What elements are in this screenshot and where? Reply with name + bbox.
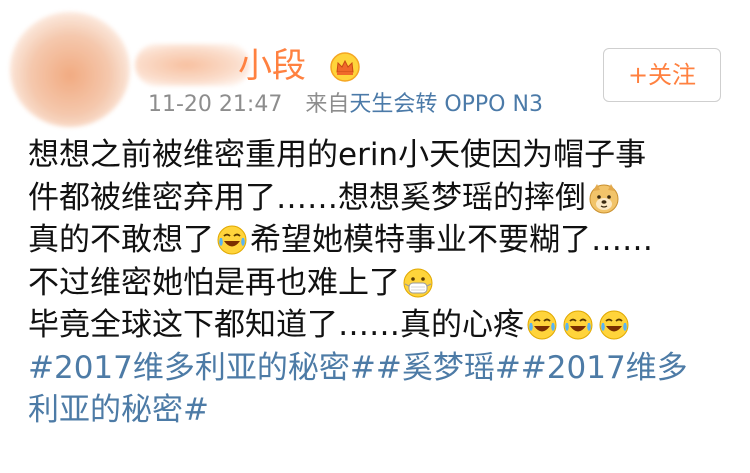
post-line: 毕竟全球这下都知道了……真的心疼 bbox=[28, 304, 738, 347]
post-line: 想想之前被维密重用的erin小天使因为帽子事 bbox=[28, 134, 738, 177]
post-line: 真的不敢想了 希望她模特事业不要糊了…… bbox=[28, 219, 738, 262]
topic-link[interactable]: #2017维多 bbox=[521, 350, 688, 386]
post-content: 想想之前被维密重用的erin小天使因为帽子事 件都被维密弃用了……想想奚梦瑶的摔… bbox=[28, 134, 738, 432]
post-line: #2017维多利亚的秘密##奚梦瑶##2017维多 bbox=[28, 347, 738, 390]
laugh-cry-emoji-icon bbox=[216, 224, 248, 256]
follow-button[interactable]: +关注 bbox=[603, 48, 721, 102]
avatar[interactable] bbox=[10, 12, 130, 127]
post-meta: 11-20 21:47 来自天生会转 OPPO N3 bbox=[148, 90, 543, 120]
crown-icon bbox=[330, 52, 360, 82]
source-label: 来自 bbox=[305, 92, 350, 117]
topic-link[interactable]: 利亚的秘密# bbox=[28, 392, 209, 428]
post-line: 不过维密她怕是再也难上了 bbox=[28, 262, 738, 305]
post-line: 件都被维密弃用了……想想奚梦瑶的摔倒 bbox=[28, 177, 738, 220]
username[interactable]: 小段 bbox=[238, 43, 306, 89]
source-app-link[interactable]: 天生会转 OPPO N3 bbox=[349, 92, 543, 117]
post-text: 件都被维密弃用了……想想奚梦瑶的摔倒 bbox=[28, 179, 586, 216]
post-line: 利亚的秘密# bbox=[28, 389, 738, 432]
mask-emoji-icon bbox=[402, 267, 434, 299]
post-text: 毕竟全球这下都知道了……真的心疼 bbox=[28, 307, 524, 343]
timestamp: 11-20 21:47 bbox=[148, 92, 283, 117]
post-text: 不过维密她怕是再也难上了 bbox=[28, 264, 400, 301]
doge-emoji-icon bbox=[588, 182, 620, 214]
laugh-cry-emoji-icon bbox=[598, 309, 630, 341]
topic-link[interactable]: #奚梦瑶# bbox=[376, 350, 521, 386]
username-redacted bbox=[135, 44, 250, 86]
weibo-post-card: 小段 11-20 21:47 来自天生会转 OPPO N3 +关注 想想之前被维… bbox=[0, 0, 750, 473]
post-text: 真的不敢想了 bbox=[28, 222, 214, 258]
post-text: 希望她模特事业不要糊了…… bbox=[250, 222, 653, 258]
laugh-cry-emoji-icon bbox=[526, 309, 558, 341]
topic-link[interactable]: #2017维多利亚的秘密# bbox=[28, 350, 376, 386]
post-text: 想想之前被维密重用的erin小天使因为帽子事 bbox=[28, 137, 647, 173]
laugh-cry-emoji-icon bbox=[562, 309, 594, 341]
